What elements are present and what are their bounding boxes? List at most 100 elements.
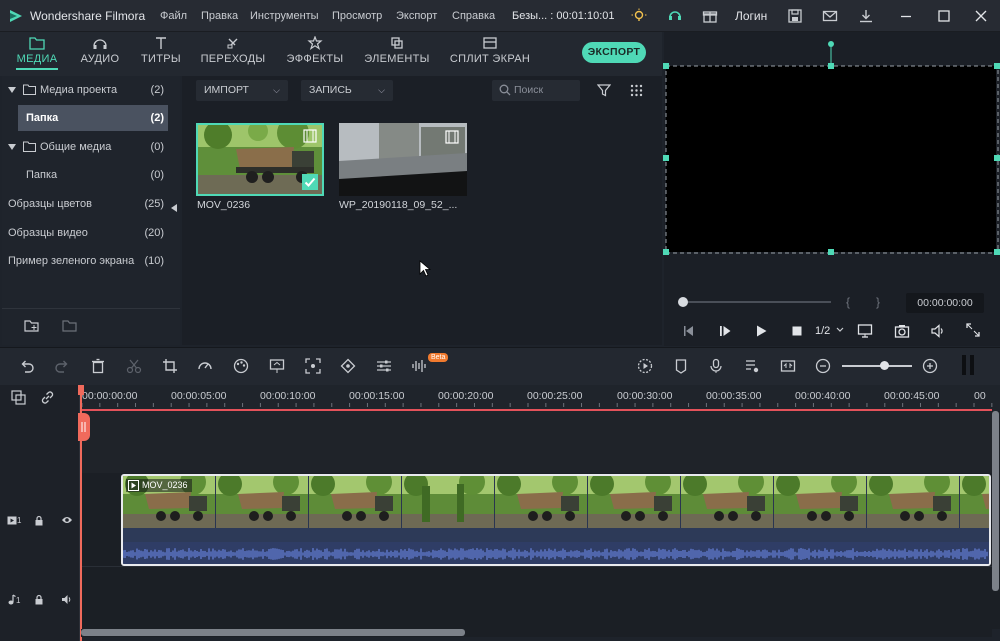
resize-handle-top[interactable] bbox=[828, 63, 834, 69]
bulb-icon[interactable] bbox=[631, 8, 647, 24]
audio-waveform-icon[interactable] bbox=[411, 358, 427, 374]
resize-handle-bottom-left[interactable] bbox=[663, 249, 669, 255]
playback-ratio[interactable]: 1/2 bbox=[815, 325, 830, 337]
record-dropdown[interactable]: ЗАПИСЬ ⌵ bbox=[301, 80, 393, 101]
resize-handle-left[interactable] bbox=[663, 155, 669, 161]
caret-down-icon[interactable] bbox=[8, 86, 16, 94]
video-clip-mov-0236[interactable]: MOV_0236 bbox=[121, 474, 991, 566]
speaker-icon[interactable] bbox=[61, 594, 73, 605]
link-icon[interactable] bbox=[40, 390, 55, 405]
empty-track[interactable] bbox=[81, 411, 992, 473]
horizontal-scrollbar-thumb[interactable] bbox=[81, 629, 465, 636]
crop-icon[interactable] bbox=[162, 358, 178, 374]
save-icon[interactable] bbox=[787, 8, 803, 24]
tab-titles[interactable]: ТИТРЫ bbox=[136, 32, 186, 76]
volume-icon[interactable] bbox=[930, 323, 946, 339]
lock-icon[interactable] bbox=[34, 594, 44, 605]
gift-icon[interactable] bbox=[702, 8, 718, 24]
detach-audio-icon[interactable] bbox=[780, 358, 796, 374]
play-pause-icon[interactable] bbox=[718, 324, 732, 338]
chevron-down-icon[interactable] bbox=[836, 327, 844, 333]
sidebar-item-label: Медиа проекта bbox=[40, 84, 118, 96]
new-folder-icon[interactable] bbox=[24, 319, 40, 333]
caret-down-icon[interactable] bbox=[8, 143, 16, 151]
scrubber-handle[interactable] bbox=[678, 297, 688, 307]
panel-divider-grip[interactable] bbox=[970, 355, 974, 375]
menu-tools[interactable]: Инструменты bbox=[250, 10, 319, 22]
green-screen-icon[interactable] bbox=[269, 358, 285, 374]
sidebar-item-video-samples[interactable]: Образцы видео (20) bbox=[2, 220, 172, 246]
marker-icon[interactable] bbox=[673, 358, 689, 374]
snapshot-camera-icon[interactable] bbox=[894, 323, 910, 339]
tab-transitions[interactable]: ПЕРЕХОДЫ bbox=[196, 32, 270, 76]
maximize-icon[interactable] bbox=[936, 8, 952, 24]
mark-in-icon[interactable]: { bbox=[846, 295, 850, 309]
tab-audio[interactable]: АУДИО bbox=[74, 32, 126, 76]
undo-icon[interactable] bbox=[19, 358, 35, 374]
menu-export[interactable]: Экспорт bbox=[396, 10, 437, 22]
sidebar-item-green-screen[interactable]: Пример зеленого экрана (10) bbox=[2, 248, 172, 274]
panel-divider-grip[interactable] bbox=[962, 355, 966, 375]
zoom-out-icon[interactable] bbox=[815, 358, 831, 374]
vertical-scrollbar-thumb[interactable] bbox=[992, 411, 999, 591]
collapse-sidebar-icon[interactable] bbox=[171, 204, 177, 212]
resize-handle-bottom-right[interactable] bbox=[994, 249, 1000, 255]
tab-split-screen[interactable]: СПЛИТ ЭКРАН bbox=[444, 32, 536, 76]
resize-handle-bottom[interactable] bbox=[828, 249, 834, 255]
add-track-icon[interactable] bbox=[11, 390, 26, 405]
menu-view[interactable]: Просмотр bbox=[332, 10, 382, 22]
stabilization-icon[interactable] bbox=[305, 358, 321, 374]
headset-icon[interactable] bbox=[667, 8, 683, 24]
sidebar-item-shared-folder[interactable]: Папка (0) bbox=[2, 162, 172, 188]
tab-effects[interactable]: ЭФФЕКТЫ bbox=[280, 32, 350, 76]
sidebar-item-folder-selected[interactable]: Папка (2) bbox=[18, 105, 168, 131]
tab-elements[interactable]: ЭЛЕМЕНТЫ bbox=[360, 32, 434, 76]
adjust-sliders-icon[interactable] bbox=[376, 358, 392, 374]
fullscreen-icon[interactable] bbox=[966, 323, 980, 337]
cut-scissors-icon[interactable] bbox=[126, 358, 142, 374]
sidebar-item-shared-media[interactable]: Общие медиа (0) bbox=[2, 134, 172, 160]
resize-handle-top-right[interactable] bbox=[994, 63, 1000, 69]
zoom-in-icon[interactable] bbox=[922, 358, 938, 374]
zoom-slider[interactable] bbox=[842, 365, 912, 367]
mail-icon[interactable] bbox=[822, 8, 838, 24]
preview-scrubber[interactable] bbox=[681, 301, 831, 303]
speed-gauge-icon[interactable] bbox=[197, 358, 213, 374]
grid-view-icon[interactable] bbox=[630, 84, 643, 97]
tab-media[interactable]: МЕДИА bbox=[10, 32, 64, 76]
keyframe-icon[interactable] bbox=[340, 358, 356, 374]
import-dropdown[interactable]: ИМПОРТ ⌵ bbox=[196, 80, 288, 101]
download-icon[interactable] bbox=[858, 8, 874, 24]
playhead-top-marker[interactable] bbox=[78, 385, 84, 395]
playhead-handle[interactable] bbox=[78, 413, 90, 441]
stop-icon[interactable] bbox=[790, 324, 804, 338]
color-palette-icon[interactable] bbox=[233, 358, 249, 374]
login-link[interactable]: Логин bbox=[735, 9, 767, 23]
render-preview-icon[interactable] bbox=[637, 358, 653, 374]
play-icon[interactable] bbox=[754, 324, 768, 338]
lock-icon[interactable] bbox=[34, 515, 44, 526]
eye-icon[interactable] bbox=[61, 515, 73, 525]
redo-icon[interactable] bbox=[54, 358, 70, 374]
voiceover-list-icon[interactable] bbox=[744, 358, 760, 374]
menu-file[interactable]: Файл bbox=[160, 10, 187, 22]
sidebar-item-project-media[interactable]: Медиа проекта (2) bbox=[2, 77, 172, 103]
media-item-wp-20190118[interactable] bbox=[339, 123, 467, 196]
resize-handle-right[interactable] bbox=[994, 155, 1000, 161]
sidebar-item-color-samples[interactable]: Образцы цветов (25) bbox=[2, 191, 172, 217]
media-item-mov-0236[interactable] bbox=[196, 123, 324, 196]
resize-handle-top-left[interactable] bbox=[663, 63, 669, 69]
export-button[interactable]: ЭКСПОРТ bbox=[582, 42, 646, 63]
close-icon[interactable] bbox=[973, 8, 989, 24]
menu-edit[interactable]: Правка bbox=[201, 10, 238, 22]
filter-icon[interactable] bbox=[597, 83, 611, 97]
remove-folder-icon[interactable] bbox=[62, 319, 78, 333]
mark-out-icon[interactable]: } bbox=[876, 295, 880, 309]
delete-icon[interactable] bbox=[90, 358, 106, 374]
microphone-icon[interactable] bbox=[708, 358, 724, 374]
previous-frame-icon[interactable] bbox=[682, 324, 696, 338]
display-icon[interactable] bbox=[857, 323, 873, 339]
menu-help[interactable]: Справка bbox=[452, 10, 495, 22]
zoom-slider-handle[interactable] bbox=[880, 361, 889, 370]
minimize-icon[interactable] bbox=[898, 8, 914, 24]
